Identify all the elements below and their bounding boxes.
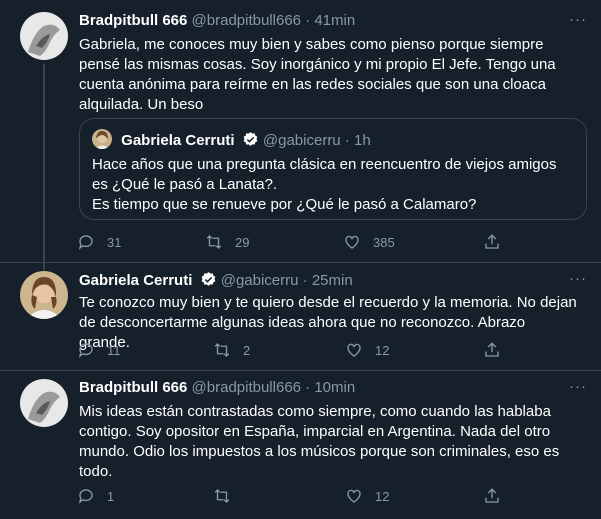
like-count: 12: [375, 488, 390, 504]
tweet-header: Gabriela Cerruti @gabicerru · 25min: [79, 271, 353, 289]
reply-button[interactable]: 1: [77, 487, 114, 505]
tweet-header: Bradpitbull 666 @bradpitbull666 · 10min: [79, 379, 355, 396]
like-button[interactable]: 385: [343, 233, 395, 251]
quoted-author-name: Gabriela Cerruti: [121, 132, 235, 149]
timestamp[interactable]: 41min: [314, 12, 355, 29]
heart-icon: [347, 489, 361, 503]
heart-icon: [347, 343, 361, 357]
share-button[interactable]: [483, 487, 513, 505]
retweet-button[interactable]: 29: [205, 233, 249, 251]
avatar-bradpitbull[interactable]: [20, 12, 68, 60]
retweet-button[interactable]: [213, 487, 243, 505]
retweet-icon: [206, 235, 222, 249]
retweet-icon: [214, 489, 230, 503]
share-button[interactable]: [483, 233, 513, 251]
quoted-tweet[interactable]: Gabriela Cerruti @gabicerru · 1h Hace añ…: [79, 118, 587, 220]
thread-connector: [43, 64, 45, 270]
quoted-tweet-header: Gabriela Cerruti @gabicerru · 1h: [92, 129, 371, 149]
verified-icon: [201, 272, 215, 286]
avatar-gabriela-small: [92, 129, 112, 149]
like-button[interactable]: 12: [345, 487, 389, 505]
tweet-text: Mis ideas están contrastadas como siempr…: [79, 403, 560, 480]
tweet-1[interactable]: Bradpitbull 666 @bradpitbull666 · 41min …: [0, 0, 601, 270]
avatar-gabriela[interactable]: [20, 271, 68, 319]
reply-icon: [78, 489, 93, 504]
quoted-tweet-text: Hace años que una pregunta clásica en re…: [92, 155, 572, 215]
reply-count: 1: [107, 488, 115, 504]
quoted-timestamp: 1h: [354, 132, 371, 149]
tweet-actions: 31 29 385: [77, 233, 507, 253]
separator-dot: ·: [305, 12, 311, 29]
retweet-icon: [214, 343, 230, 357]
like-button[interactable]: 12: [345, 341, 389, 359]
separator-dot: ·: [305, 379, 311, 396]
reply-count: 11: [107, 342, 121, 358]
separator-dot: ·: [302, 272, 308, 289]
share-button[interactable]: [483, 341, 513, 359]
quoted-author-handle: @gabicerru: [262, 132, 341, 149]
like-count: 12: [375, 342, 390, 358]
tweet-actions: 1 12: [77, 487, 507, 507]
author-name[interactable]: Bradpitbull 666: [79, 12, 187, 29]
tweet-2[interactable]: Gabriela Cerruti @gabicerru · 25min ··· …: [0, 263, 601, 370]
author-name[interactable]: Gabriela Cerruti: [79, 272, 192, 289]
more-options-button[interactable]: ···: [569, 11, 587, 28]
reply-count: 31: [107, 234, 122, 250]
author-handle[interactable]: @bradpitbull666: [192, 12, 301, 29]
timestamp[interactable]: 25min: [312, 272, 353, 289]
timestamp[interactable]: 10min: [314, 379, 355, 396]
more-options-button[interactable]: ···: [569, 378, 587, 395]
reply-button[interactable]: 31: [77, 233, 121, 251]
reply-icon: [78, 235, 93, 250]
share-icon: [485, 342, 499, 357]
quoted-line-2: Es tiempo que se renueve por ¿Qué le pas…: [92, 196, 477, 213]
reply-icon: [78, 343, 93, 358]
author-handle[interactable]: @bradpitbull666: [192, 379, 301, 396]
tweet-actions: 11 2 12: [77, 341, 507, 361]
author-handle[interactable]: @gabicerru: [221, 272, 299, 289]
verified-icon: [243, 132, 258, 146]
share-icon: [485, 234, 499, 249]
retweet-count: 2: [243, 342, 251, 358]
tweet-header: Bradpitbull 666 @bradpitbull666 · 41min: [79, 12, 355, 29]
tweet-3[interactable]: Bradpitbull 666 @bradpitbull666 · 10min …: [0, 371, 601, 519]
quoted-line-1: Hace años que una pregunta clásica en re…: [92, 156, 557, 193]
like-count: 385: [373, 234, 395, 250]
avatar-bradpitbull[interactable]: [20, 379, 68, 427]
retweet-count: 29: [235, 234, 250, 250]
reply-button[interactable]: 11: [77, 341, 121, 359]
author-name[interactable]: Bradpitbull 666: [79, 379, 187, 396]
more-options-button[interactable]: ···: [569, 270, 587, 287]
tweet-text: Gabriela, me conoces muy bien y sabes co…: [79, 36, 556, 113]
separator-dot: ·: [344, 132, 350, 149]
heart-icon: [345, 235, 359, 249]
share-icon: [485, 488, 499, 503]
retweet-button[interactable]: 2: [213, 341, 250, 359]
